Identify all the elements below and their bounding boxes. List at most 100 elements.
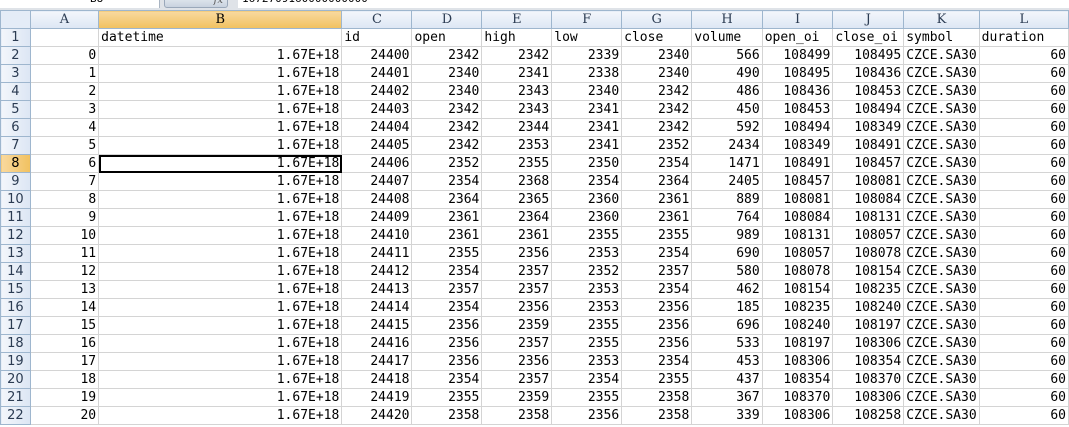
row-header[interactable]: 10 [0,190,31,209]
cell-j21[interactable]: 108306 [832,388,905,407]
column-header-f[interactable]: F [551,10,623,29]
cell-j22[interactable]: 108258 [832,406,905,425]
cell-k18[interactable]: CZCE.SA30 [903,334,980,353]
cell-k14[interactable]: CZCE.SA30 [903,262,980,281]
row-header[interactable]: 9 [0,172,31,191]
cell-h15[interactable]: 462 [691,280,763,299]
cell-c1[interactable]: id [341,28,413,47]
cell-e14[interactable]: 2357 [481,262,553,281]
row-header[interactable]: 7 [0,136,31,155]
cell-b13[interactable]: 1.67E+18 [98,244,343,263]
cell-l8[interactable]: 60 [978,154,1069,173]
cell-h2[interactable]: 566 [691,46,763,65]
cell-c10[interactable]: 24408 [341,190,413,209]
cell-c5[interactable]: 24403 [341,100,413,119]
cell-a8[interactable]: 6 [29,154,100,173]
row-header[interactable]: 19 [0,352,31,371]
column-header-j[interactable]: J [832,10,905,29]
row-header[interactable]: 8 [0,154,31,173]
cell-j4[interactable]: 108453 [832,82,905,101]
cell-a2[interactable]: 0 [29,46,100,65]
cell-i18[interactable]: 108197 [761,334,834,353]
cell-g20[interactable]: 2355 [621,370,693,389]
cell-j10[interactable]: 108084 [832,190,905,209]
cell-i14[interactable]: 108078 [761,262,834,281]
cell-k4[interactable]: CZCE.SA30 [903,82,980,101]
cell-a21[interactable]: 19 [29,388,100,407]
cell-f5[interactable]: 2341 [551,100,623,119]
cell-c17[interactable]: 24415 [341,316,413,335]
cell-g18[interactable]: 2356 [621,334,693,353]
cell-g1[interactable]: close [621,28,693,47]
cell-i21[interactable]: 108370 [761,388,834,407]
cell-h9[interactable]: 2405 [691,172,763,191]
cell-i5[interactable]: 108453 [761,100,834,119]
cell-k2[interactable]: CZCE.SA30 [903,46,980,65]
cell-l19[interactable]: 60 [978,352,1069,371]
cell-g9[interactable]: 2364 [621,172,693,191]
cell-g3[interactable]: 2340 [621,64,693,83]
cell-h21[interactable]: 367 [691,388,763,407]
cell-g5[interactable]: 2342 [621,100,693,119]
column-header-d[interactable]: D [411,10,483,29]
column-header-c[interactable]: C [341,10,413,29]
cell-c6[interactable]: 24404 [341,118,413,137]
cell-k8[interactable]: CZCE.SA30 [903,154,980,173]
cell-c4[interactable]: 24402 [341,82,413,101]
column-header-e[interactable]: E [481,10,553,29]
cell-l20[interactable]: 60 [978,370,1069,389]
cell-d22[interactable]: 2358 [411,406,483,425]
cell-a14[interactable]: 12 [29,262,100,281]
cell-k9[interactable]: CZCE.SA30 [903,172,980,191]
cell-l18[interactable]: 60 [978,334,1069,353]
cell-i16[interactable]: 108235 [761,298,834,317]
cell-i17[interactable]: 108240 [761,316,834,335]
cell-d8[interactable]: 2352 [411,154,483,173]
cell-a12[interactable]: 10 [29,226,100,245]
row-header[interactable]: 17 [0,316,31,335]
cell-i11[interactable]: 108084 [761,208,834,227]
cell-l7[interactable]: 60 [978,136,1069,155]
cell-c13[interactable]: 24411 [341,244,413,263]
cell-h17[interactable]: 696 [691,316,763,335]
select-all-corner[interactable] [0,10,31,29]
cell-g14[interactable]: 2357 [621,262,693,281]
cell-e1[interactable]: high [481,28,553,47]
cell-a15[interactable]: 13 [29,280,100,299]
column-header-l[interactable]: L [978,10,1069,29]
cell-i19[interactable]: 108306 [761,352,834,371]
cell-f6[interactable]: 2341 [551,118,623,137]
cell-d20[interactable]: 2354 [411,370,483,389]
cell-j17[interactable]: 108197 [832,316,905,335]
cell-b14[interactable]: 1.67E+18 [98,262,343,281]
cell-h11[interactable]: 764 [691,208,763,227]
cell-g21[interactable]: 2358 [621,388,693,407]
row-header[interactable]: 6 [0,118,31,137]
cell-i20[interactable]: 108354 [761,370,834,389]
cell-c2[interactable]: 24400 [341,46,413,65]
cell-c19[interactable]: 24417 [341,352,413,371]
cell-h5[interactable]: 450 [691,100,763,119]
cell-g12[interactable]: 2355 [621,226,693,245]
cell-f20[interactable]: 2354 [551,370,623,389]
insert-function-button[interactable]: fx [164,0,228,8]
cell-g7[interactable]: 2352 [621,136,693,155]
cell-d1[interactable]: open [411,28,483,47]
cell-b16[interactable]: 1.67E+18 [98,298,343,317]
cell-l10[interactable]: 60 [978,190,1069,209]
cell-j9[interactable]: 108081 [832,172,905,191]
cell-c18[interactable]: 24416 [341,334,413,353]
cell-e22[interactable]: 2358 [481,406,553,425]
cell-f7[interactable]: 2341 [551,136,623,155]
cell-c22[interactable]: 24420 [341,406,413,425]
cell-a5[interactable]: 3 [29,100,100,119]
cell-i1[interactable]: open_oi [761,28,834,47]
column-header-a[interactable]: A [29,10,100,29]
cell-d6[interactable]: 2342 [411,118,483,137]
cell-j6[interactable]: 108349 [832,118,905,137]
cell-a9[interactable]: 7 [29,172,100,191]
cell-l16[interactable]: 60 [978,298,1069,317]
cell-l4[interactable]: 60 [978,82,1069,101]
cell-l11[interactable]: 60 [978,208,1069,227]
cell-h19[interactable]: 453 [691,352,763,371]
